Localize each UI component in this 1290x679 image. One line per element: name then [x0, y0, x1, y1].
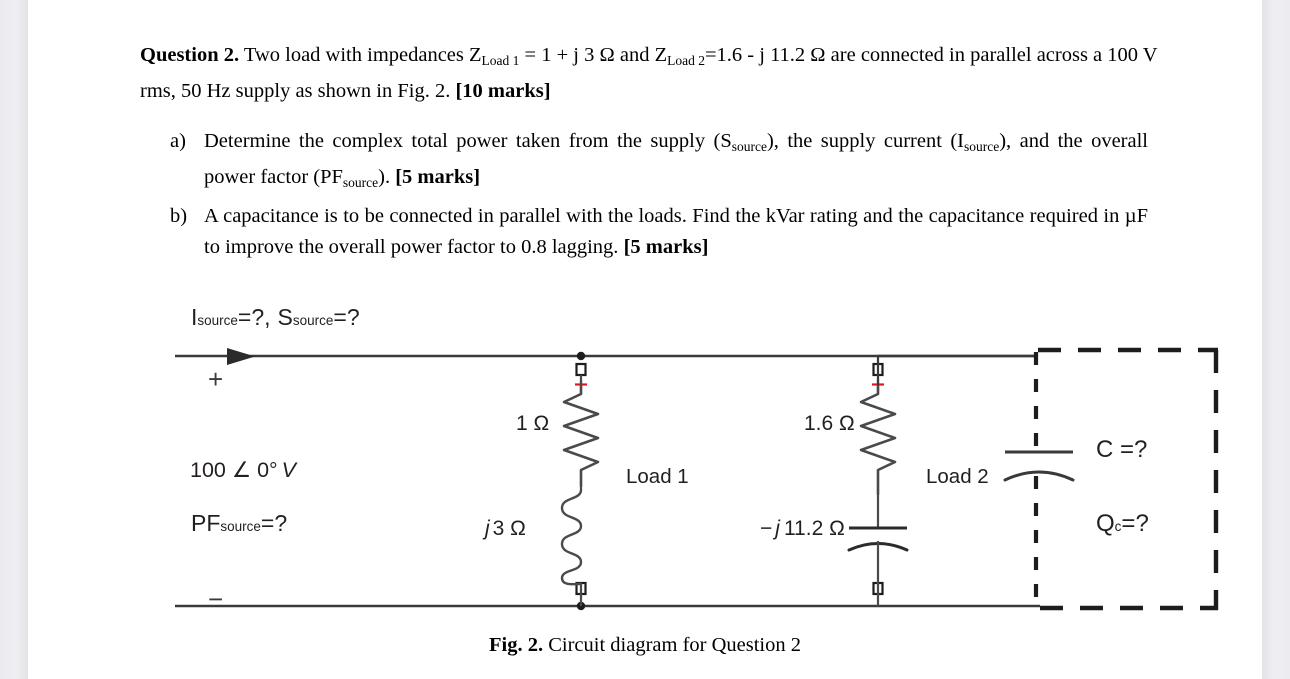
label-load2-resistor: 1.6 Ω — [804, 412, 855, 435]
label-capacitor-reactive-power: Qc=? — [1096, 510, 1149, 538]
question-number: Question 2. — [140, 44, 240, 66]
current-arrow-icon — [227, 348, 255, 365]
page-margin-left — [0, 0, 28, 679]
terminal-plus-label: + — [208, 364, 224, 394]
part-a-sub-1: source — [731, 138, 767, 154]
resistor-load1-symbol — [562, 385, 600, 488]
question-subscript-load1: Load 1 — [481, 52, 520, 68]
label-load1-name: Load 1 — [626, 465, 689, 488]
label-load2-capacitor: − j 11.2 Ω — [760, 517, 845, 541]
label-load2-capacitor-value: 11.2 Ω — [783, 517, 845, 540]
label-load1-resistor: 1 Ω — [516, 412, 550, 435]
document-page: Question 2. Two load with impedances ZLo… — [28, 0, 1262, 679]
label-I-subscript: source — [197, 313, 238, 328]
node-top-load1 — [576, 351, 586, 361]
part-a-text-4: ). — [378, 166, 396, 189]
label-PF-eq: =? — [260, 510, 288, 536]
label-load1-inductor-j: j — [485, 517, 490, 540]
label-I-eq: =? — [237, 304, 265, 330]
circuit-figure: Isource=?, Ssource=? + − 100 ∠ 0° V PFsour… — [28, 288, 1262, 679]
label-load2-capacitor-sign: − — [760, 517, 773, 540]
label-Q: Q — [1096, 510, 1115, 537]
question-parts-list: a) Determine the complex total power tak… — [170, 126, 1148, 266]
label-S: S — [277, 304, 293, 330]
label-PF-subscript: source — [220, 519, 261, 534]
label-pf-source: PFsource=? — [191, 510, 287, 537]
label-comma: , — [264, 304, 271, 330]
label-load2-capacitor-j: j — [775, 517, 780, 540]
question-statement: Question 2. Two load with impedances ZLo… — [140, 40, 1160, 106]
label-Q-eq: =? — [1121, 510, 1149, 537]
question-marks: [10 marks] — [455, 79, 551, 102]
terminal-load1-top — [575, 362, 587, 377]
label-S-subscript: source — [292, 313, 334, 328]
resistor-load2-symbol — [859, 385, 897, 496]
part-a-marks: [5 marks] — [395, 166, 481, 189]
page-margin-right — [1262, 0, 1290, 679]
label-load1-inductor: j3 Ω — [485, 517, 526, 541]
question-subscript-load2: Load 2 — [667, 52, 705, 68]
part-a-sub-3: source — [342, 175, 379, 191]
part-b-marker: b) — [170, 204, 188, 227]
part-a-marker: a) — [170, 130, 186, 152]
inductor-load1-symbol — [560, 488, 583, 586]
figure-caption: Fig. 2. Circuit diagram for Question 2 — [28, 634, 1262, 657]
label-capacitance-value: C =? — [1096, 436, 1148, 463]
label-supply-voltage-unit: V — [281, 458, 296, 482]
label-PF: PF — [191, 510, 221, 536]
label-source-current-power: Isource=?, Ssource=? — [191, 304, 360, 331]
part-a-text-2: ), the supply current (I — [766, 130, 964, 152]
figure-caption-label: Fig. 2. — [489, 634, 544, 656]
question-part-b: b) A capacitance is to be connected in p… — [170, 201, 1148, 264]
label-S-eq: =? — [333, 304, 360, 330]
label-load2-name: Load 2 — [926, 465, 989, 488]
part-a-sub-2: source — [964, 138, 1000, 154]
capacitor-added-plate-bottom — [1003, 470, 1075, 482]
figure-caption-text: Circuit diagram for Question 2 — [543, 634, 801, 656]
part-b-text: A capacitance is to be connected in para… — [204, 201, 1148, 264]
part-a-text-1: Determine the complex total power taken … — [204, 130, 732, 152]
terminal-minus-label: − — [208, 584, 224, 614]
question-text-part2: = 1 + j 3 Ω and Z — [519, 44, 668, 66]
label-supply-voltage-value: 100 ∠ 0° — [190, 458, 278, 482]
label-load1-inductor-value: 3 Ω — [492, 517, 526, 540]
question-part-a: a) Determine the complex total power tak… — [170, 126, 1148, 199]
part-a-text: Determine the complex total power taken … — [204, 126, 1148, 199]
part-b-marks: [5 marks] — [623, 236, 709, 259]
question-text-part1: Two load with impedances Z — [239, 44, 482, 66]
label-supply-voltage: 100 ∠ 0° V — [190, 458, 296, 483]
